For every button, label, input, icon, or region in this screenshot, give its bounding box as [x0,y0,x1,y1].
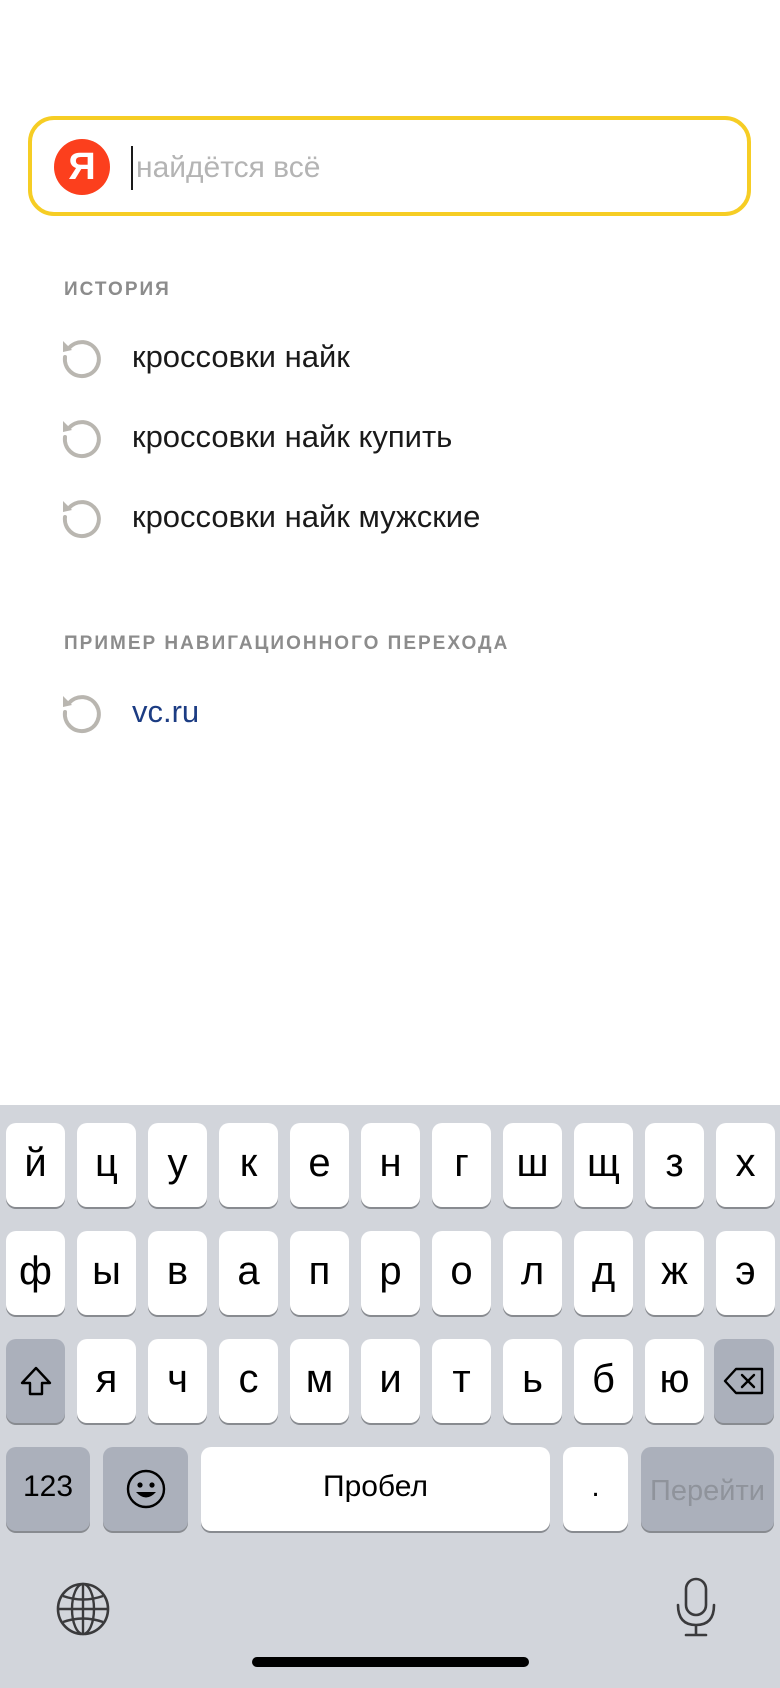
history-item-label: кроссовки найк [132,339,350,374]
key-ы[interactable]: ы [77,1231,136,1315]
backspace-icon [723,1367,764,1395]
numbers-key[interactable]: 123 [6,1447,90,1531]
key-д[interactable]: д [574,1231,633,1315]
key-б[interactable]: б [574,1339,633,1423]
shift-icon [20,1366,51,1396]
history-section-title: ИСТОРИЯ [64,279,171,300]
key-г[interactable]: г [432,1123,491,1207]
yandex-logo: Я [54,139,110,195]
history-item-label: кроссовки найк мужские [132,499,481,534]
key-ю[interactable]: ю [645,1339,704,1423]
key-х[interactable]: х [716,1123,775,1207]
key-е[interactable]: е [290,1123,349,1207]
key-з[interactable]: з [645,1123,704,1207]
search-input[interactable] [136,140,726,196]
go-key-label: Перейти [650,1475,765,1507]
home-indicator [252,1657,529,1667]
history-icon [62,340,101,379]
globe-icon[interactable] [55,1581,111,1637]
key-а[interactable]: а [219,1231,278,1315]
navigation-item-label: vc.ru [132,694,200,729]
key-э[interactable]: э [716,1231,775,1315]
key-о[interactable]: о [432,1231,491,1315]
history-icon [62,500,101,539]
key-ц[interactable]: ц [77,1123,136,1207]
key-н[interactable]: н [361,1123,420,1207]
space-key[interactable]: Пробел [201,1447,550,1531]
navigation-section-title: ПРИМЕР НАВИГАЦИОННОГО ПЕРЕХОДА [64,633,510,654]
key-ч[interactable]: ч [148,1339,207,1423]
shift-key[interactable] [6,1339,65,1423]
key-я[interactable]: я [77,1339,136,1423]
emoji-key[interactable] [103,1447,188,1531]
key-ш[interactable]: ш [503,1123,562,1207]
text-caret [131,146,133,190]
key-п[interactable]: п [290,1231,349,1315]
keyboard: й ц у к е н г ш щ з х ф ы в а п р о л д … [0,1105,780,1688]
backspace-key[interactable] [714,1339,774,1423]
key-и[interactable]: и [361,1339,420,1423]
key-т[interactable]: т [432,1339,491,1423]
key-л[interactable]: л [503,1231,562,1315]
key-й[interactable]: й [6,1123,65,1207]
go-key[interactable]: Перейти [641,1447,774,1531]
key-щ[interactable]: щ [574,1123,633,1207]
key-с[interactable]: с [219,1339,278,1423]
history-item[interactable]: кроссовки найк мужские [60,485,740,549]
search-box[interactable]: Я [28,116,751,216]
period-key[interactable]: . [563,1447,628,1531]
key-м[interactable]: м [290,1339,349,1423]
navigation-item[interactable]: vc.ru [60,680,740,744]
history-item[interactable]: кроссовки найк купить [60,405,740,469]
microphone-icon[interactable] [674,1577,718,1639]
history-icon [62,420,101,459]
key-р[interactable]: р [361,1231,420,1315]
key-ф[interactable]: ф [6,1231,65,1315]
key-ь[interactable]: ь [503,1339,562,1423]
history-item[interactable]: кроссовки найк [60,325,740,389]
key-у[interactable]: у [148,1123,207,1207]
key-к[interactable]: к [219,1123,278,1207]
key-в[interactable]: в [148,1231,207,1315]
history-icon [62,695,101,734]
history-item-label: кроссовки найк купить [132,419,453,454]
key-ж[interactable]: ж [645,1231,704,1315]
emoji-icon [126,1469,165,1509]
